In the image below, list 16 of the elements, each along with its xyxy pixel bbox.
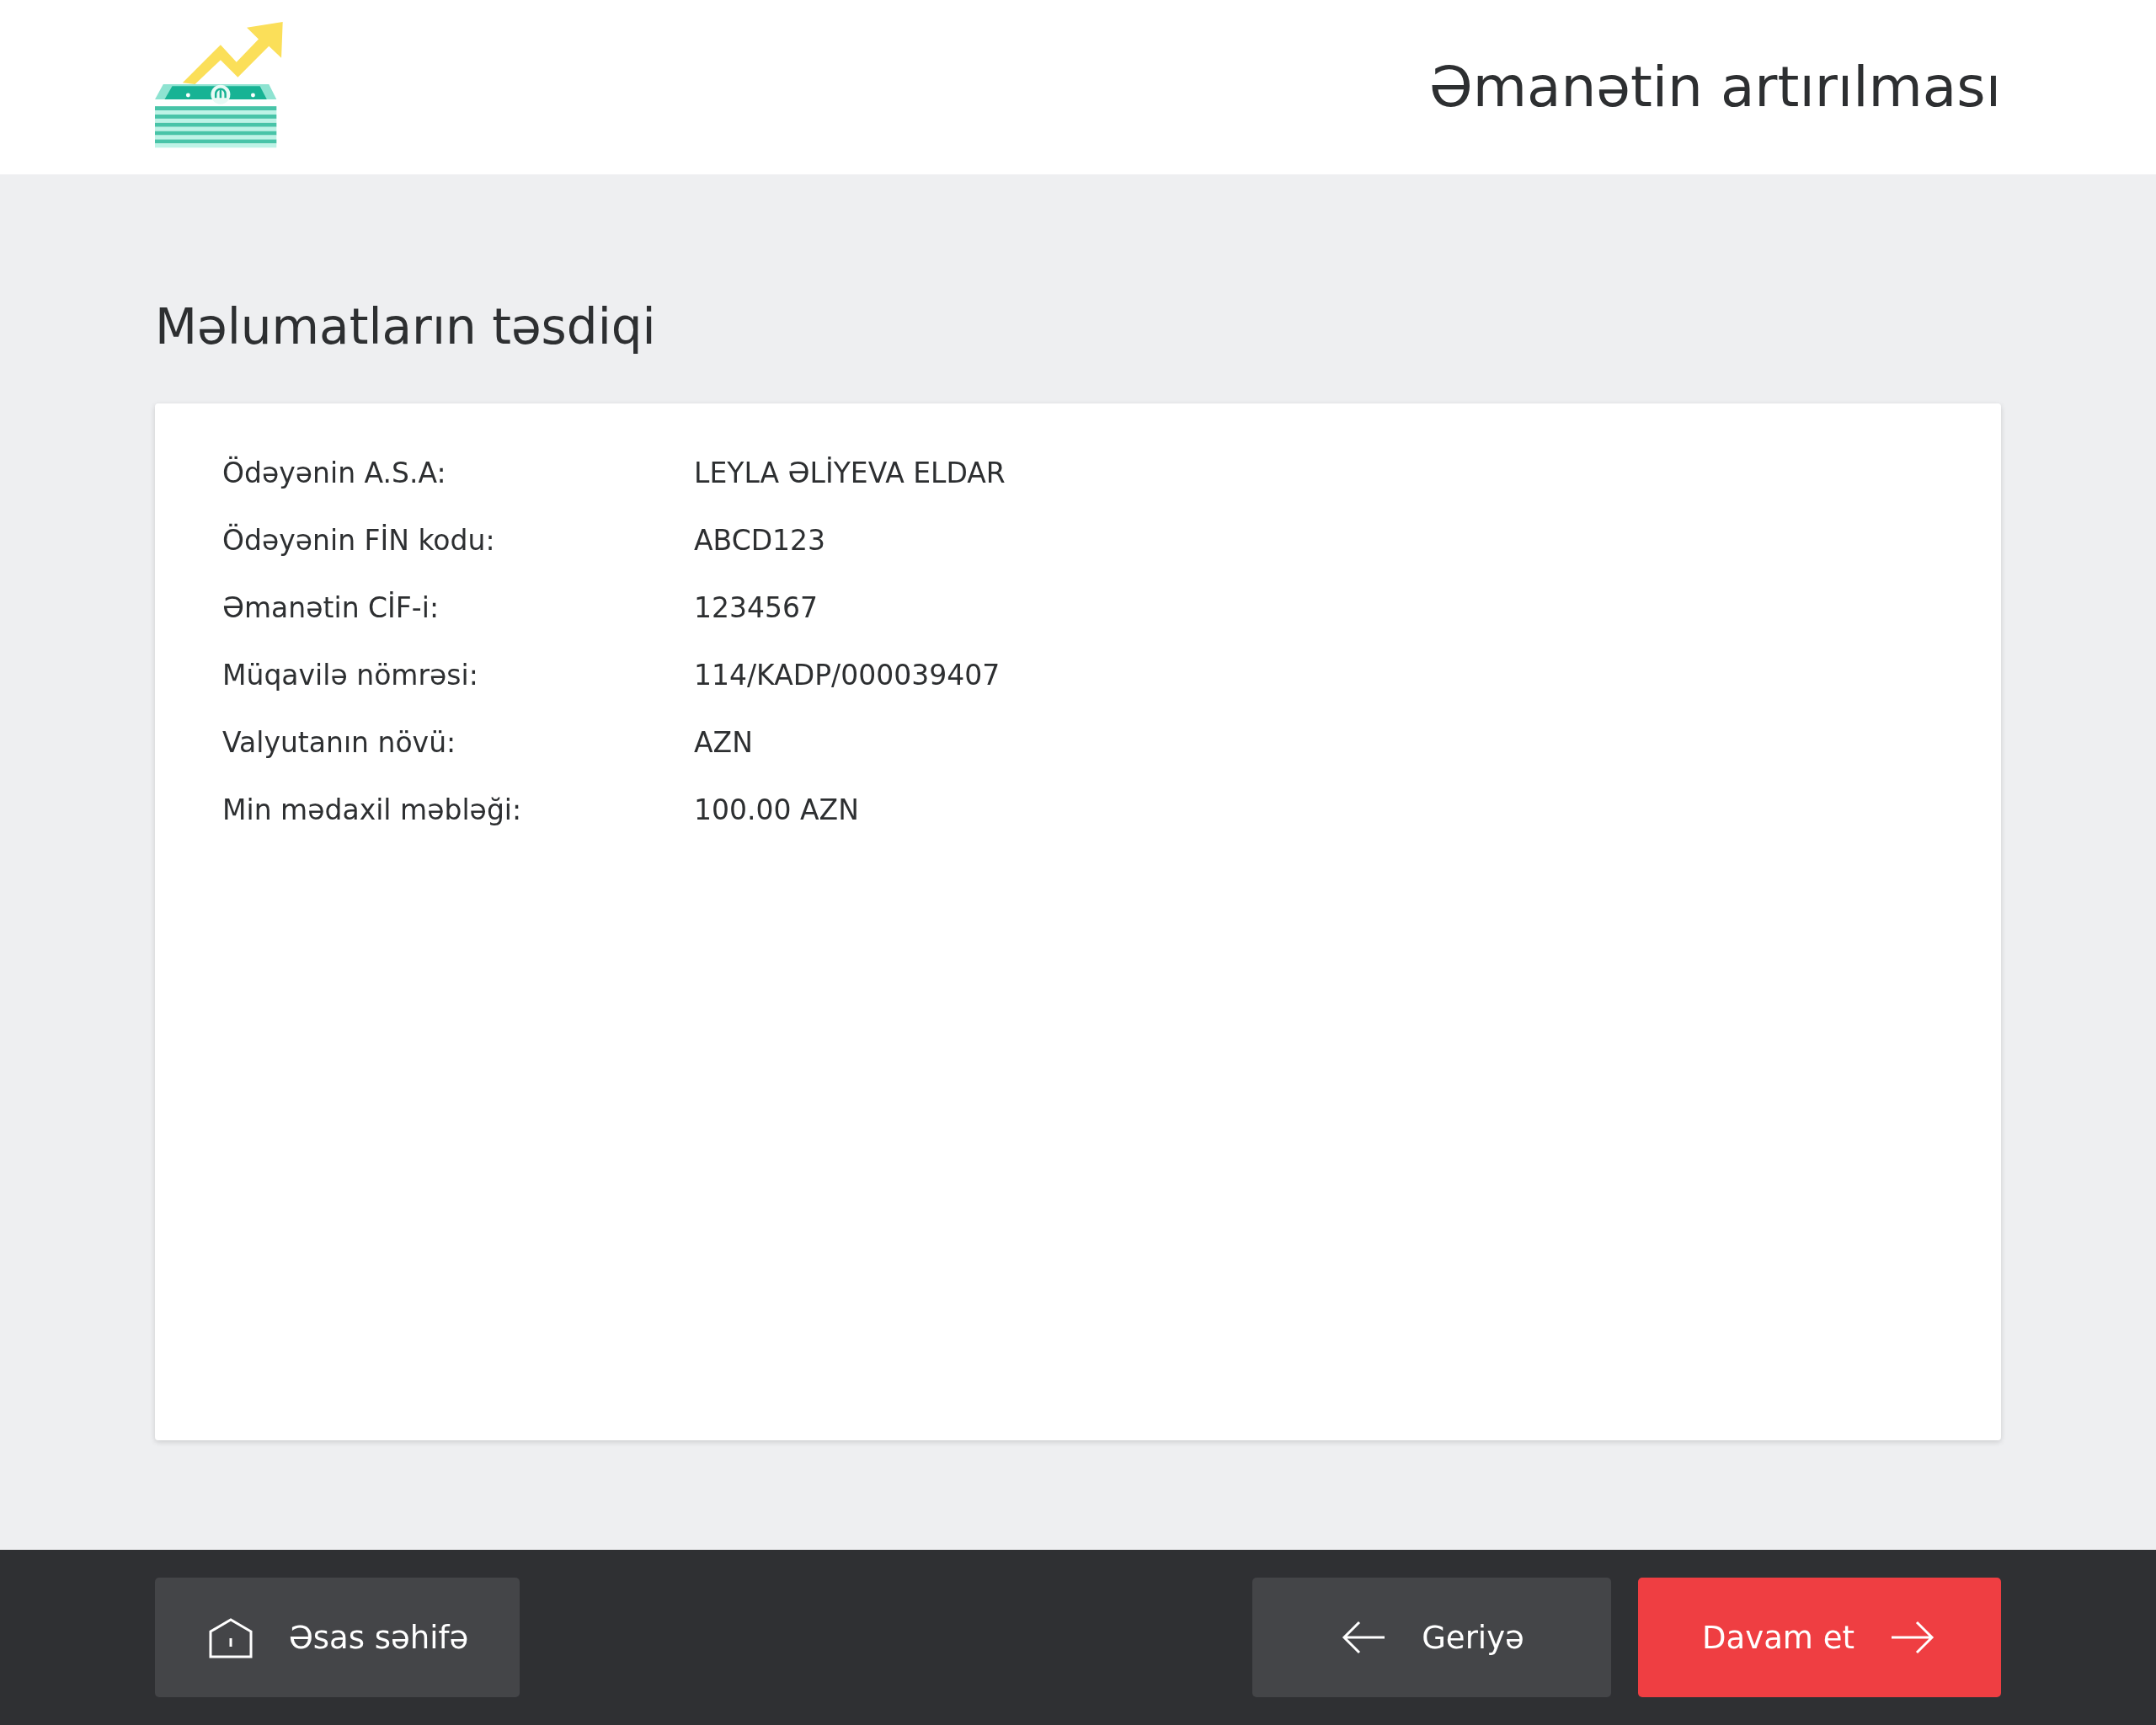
field-value: 1234567 (694, 590, 818, 626)
field-value: ABCD123 (694, 523, 826, 558)
field-label: Ödəyənin FİN kodu: (222, 522, 496, 558)
home-button[interactable]: Əsas səhifə (155, 1578, 520, 1697)
field-value: AZN (694, 725, 753, 761)
field-value: 100.00 AZN (694, 793, 859, 828)
field-label: Müqavilə nömrəsi: (222, 658, 479, 693)
field-label: Valyutanın növü: (222, 725, 457, 761)
field-label: Ödəyənin A.S.A: (222, 455, 447, 491)
back-button[interactable]: Geriyə (1252, 1578, 1611, 1697)
page-header-title: Əmanətin artırılması (1428, 55, 2001, 120)
field-label: Əmanətin CİF-i: (222, 590, 440, 626)
field-value: LEYLA ƏLİYEVA ELDAR (694, 456, 1006, 491)
continue-button[interactable]: Davam et (1638, 1578, 2001, 1697)
field-label: Min mədaxil məbləği: (222, 793, 523, 828)
field-value: 114/KADP/000039407 (694, 658, 1001, 693)
